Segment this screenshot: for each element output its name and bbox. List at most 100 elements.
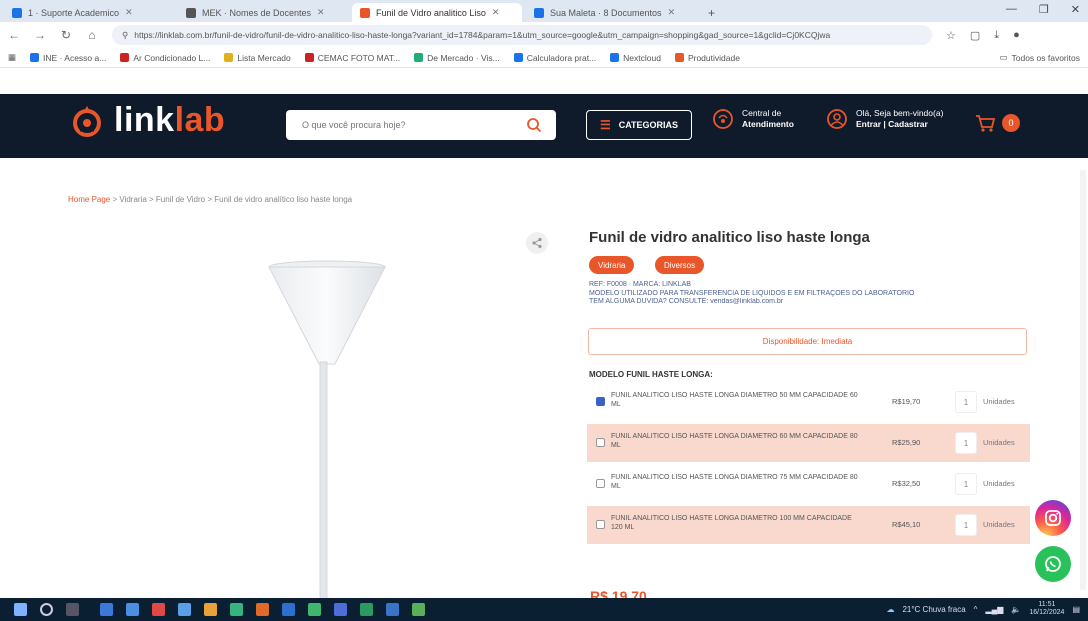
bookmark-item[interactable]: CEMAC FOTO MAT... <box>304 53 400 63</box>
browser-tab-2[interactable]: MEK · Nomes de Docentes ✕ <box>178 3 348 22</box>
url-input[interactable]: ⚲ https://linklab.com.br/funil-de-vidro/… <box>112 25 932 45</box>
home-icon[interactable]: ⌂ <box>86 28 98 42</box>
account-link[interactable]: Olá, Seja bem-vindo(a) Entrar | Cadastrar <box>826 108 943 130</box>
browser-tab-1[interactable]: 1 · Suporte Academico ✕ <box>4 3 174 22</box>
variant-price: R$25,90 <box>892 438 921 447</box>
variant-description: FUNIL ANALITICO LISO HASTE LONGA DIAMETR… <box>611 392 858 408</box>
tab-label: Sua Maleta · 8 Documentos <box>550 7 662 18</box>
product-image-funnel[interactable] <box>262 256 392 601</box>
site-header: linklab ☰ CATEGORIAS Central deAtendimen… <box>0 94 1088 158</box>
quantity-input[interactable]: 1 <box>955 473 977 495</box>
notifications-icon[interactable]: ▤ <box>1072 605 1080 614</box>
category-tag[interactable]: Diversos <box>655 256 705 274</box>
close-tab-icon[interactable]: ✕ <box>317 7 325 18</box>
task-view-icon[interactable] <box>66 603 79 616</box>
category-tag[interactable]: Vidraria <box>589 256 635 274</box>
share-button[interactable] <box>526 232 548 254</box>
bookmark-item[interactable]: Produtividade <box>674 53 740 63</box>
page-scrollbar[interactable] <box>1080 170 1086 590</box>
whatsapp-button[interactable] <box>1035 546 1071 582</box>
bookmark-item[interactable]: Calculadora prat... <box>513 53 596 63</box>
quantity-input[interactable]: 1 <box>955 391 977 413</box>
windows-start-icon[interactable] <box>14 603 27 616</box>
bookmark-item[interactable]: Nextcloud <box>610 53 661 63</box>
linklab-logo[interactable]: linklab <box>70 101 225 140</box>
bookmark-item[interactable]: Ar Condicionado L... <box>120 53 210 63</box>
minimize-icon[interactable]: — <box>1006 3 1017 16</box>
volume-icon[interactable]: 🔈 <box>1011 605 1021 614</box>
maximize-icon[interactable]: ❐ <box>1039 3 1049 16</box>
variant-checkbox[interactable] <box>596 520 605 529</box>
cart-button[interactable]: 0 <box>974 112 1020 134</box>
quantity-input[interactable]: 1 <box>955 514 977 536</box>
weather-text[interactable]: 21°C Chuva fraca <box>902 605 965 614</box>
bookmark-item[interactable]: Lista Mercado <box>224 53 291 63</box>
user-icon <box>827 109 847 129</box>
variant-row[interactable]: FUNIL ANALITICO LISO HASTE LONGA DIAMETR… <box>587 424 1030 462</box>
download-icon[interactable]: ⤓ <box>994 29 999 42</box>
tab-favicon-icon <box>12 7 22 18</box>
close-tab-icon[interactable]: ✕ <box>668 7 676 18</box>
search-icon[interactable] <box>526 117 542 133</box>
bookmark-star-icon[interactable]: ☆ <box>946 29 956 42</box>
taskbar-search-icon[interactable] <box>40 603 53 616</box>
variant-checkbox[interactable] <box>596 438 605 447</box>
taskbar-app-icon[interactable] <box>178 603 191 616</box>
instagram-button[interactable] <box>1035 500 1071 536</box>
variant-checkbox[interactable] <box>596 479 605 488</box>
taskbar-app-icon[interactable] <box>100 603 113 616</box>
taskbar-app-icon[interactable] <box>152 603 165 616</box>
tab-label: Funil de Vidro analitico Liso <box>376 7 486 18</box>
variant-checkbox[interactable] <box>596 397 605 406</box>
forward-icon[interactable]: → <box>34 28 46 42</box>
product-contact-line: TEM ALGUMA DÚVIDA? CONSULTE: vendas@link… <box>589 298 784 305</box>
close-window-icon[interactable]: ✕ <box>1071 3 1080 16</box>
search-input[interactable] <box>286 120 516 130</box>
site-info-icon[interactable]: ⚲ <box>122 30 128 41</box>
bookmark-item[interactable]: De Mercado · Vis... <box>414 53 500 63</box>
variant-row[interactable]: FUNIL ANALITICO LISO HASTE LONGA DIAMETR… <box>587 383 1030 421</box>
browser-tab-4[interactable]: Sua Maleta · 8 Documentos ✕ <box>526 3 696 22</box>
categories-button[interactable]: ☰ CATEGORIAS <box>586 110 692 140</box>
address-bar-row: ← → ↻ ⌂ ⚲ https://linklab.com.br/funil-d… <box>0 22 1088 48</box>
taskbar-app-icon[interactable] <box>282 603 295 616</box>
taskbar-app-icon[interactable] <box>126 603 139 616</box>
cart-count-badge: 0 <box>1002 114 1020 132</box>
breadcrumb: Home Page > Vidraria > Funil de Vidro > … <box>68 195 352 204</box>
taskbar-app-icon[interactable] <box>308 603 321 616</box>
taskbar-app-icon[interactable] <box>386 603 399 616</box>
close-tab-icon[interactable]: ✕ <box>492 7 500 18</box>
taskbar-app-icon[interactable] <box>230 603 243 616</box>
apps-grid-icon[interactable]: ▦ <box>8 52 16 63</box>
customer-service-link[interactable]: Central de Atendimento <box>712 108 794 130</box>
new-tab-button[interactable]: + <box>700 3 723 22</box>
taskbar-app-icon[interactable] <box>412 603 425 616</box>
quantity-input[interactable]: 1 <box>955 432 977 454</box>
reload-icon[interactable]: ↻ <box>60 28 72 42</box>
bookmark-item[interactable]: INE · Acesso a... <box>30 53 106 63</box>
clock[interactable]: 11:51 16/12/2024 <box>1029 601 1064 617</box>
taskbar-app-icon[interactable] <box>334 603 347 616</box>
browser-tab-3[interactable]: Funil de Vidro analitico Liso ✕ <box>352 3 522 22</box>
variant-row[interactable]: FUNIL ANALITICO LISO HASTE LONGA DIAMETR… <box>587 506 1030 544</box>
breadcrumb-home-link[interactable]: Home Page <box>68 195 110 204</box>
close-tab-icon[interactable]: ✕ <box>125 7 133 18</box>
variant-description: FUNIL ANALITICO LISO HASTE LONGA DIAMETR… <box>611 474 858 490</box>
all-bookmarks[interactable]: ▭ Todos os favoritos <box>999 52 1080 63</box>
service-line-1: Central de <box>742 108 782 118</box>
variant-row[interactable]: FUNIL ANALITICO LISO HASTE LONGA DIAMETR… <box>587 465 1030 503</box>
taskbar-app-icon[interactable] <box>204 603 217 616</box>
availability-button[interactable]: Disponibilidade: Imediata <box>588 328 1027 355</box>
profile-icon[interactable]: ● <box>1013 29 1020 41</box>
taskbar-app-icon[interactable] <box>256 603 269 616</box>
linklab-logo-icon <box>73 105 101 137</box>
breadcrumb-path[interactable]: > Vidraria > Funil de Vidro > Funil de v… <box>110 195 352 204</box>
taskbar-app-icon[interactable] <box>360 603 373 616</box>
network-icon[interactable]: ▂▄▆ <box>985 605 1003 614</box>
unit-label: Unidades <box>983 520 1015 529</box>
service-line-2: Atendimento <box>742 119 794 129</box>
variant-list: FUNIL ANALITICO LISO HASTE LONGA DIAMETR… <box>587 383 1030 547</box>
back-icon[interactable]: ← <box>8 28 20 42</box>
extensions-icon[interactable]: ▢ <box>970 29 980 42</box>
tray-chevron-icon[interactable]: ^ <box>974 605 978 614</box>
